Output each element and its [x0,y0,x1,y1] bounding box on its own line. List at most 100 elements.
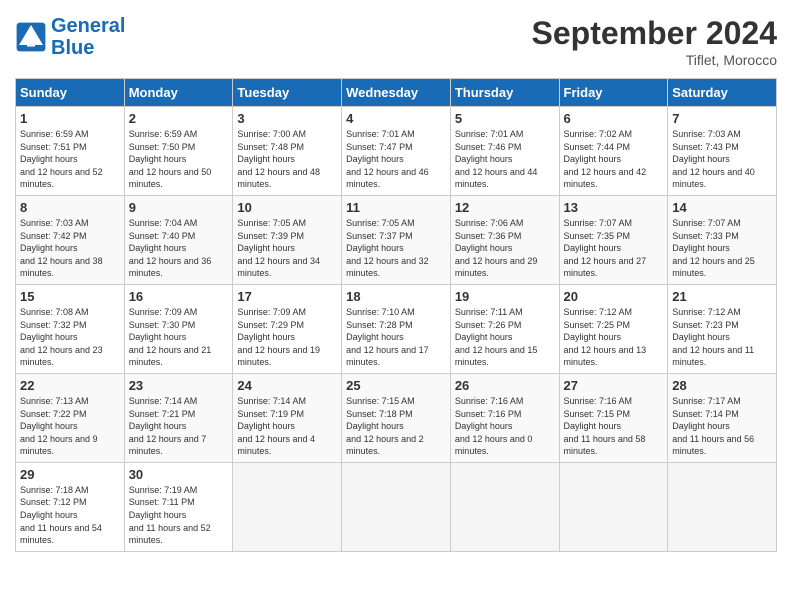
day-info: Sunrise: 7:04 AM Sunset: 7:40 PM Dayligh… [129,217,229,280]
calendar-week-row: 8 Sunrise: 7:03 AM Sunset: 7:42 PM Dayli… [16,195,777,284]
day-info: Sunrise: 7:12 AM Sunset: 7:23 PM Dayligh… [672,306,772,369]
calendar-cell [559,462,668,551]
calendar-cell: 5 Sunrise: 7:01 AM Sunset: 7:46 PM Dayli… [450,107,559,196]
day-info: Sunrise: 7:05 AM Sunset: 7:39 PM Dayligh… [237,217,337,280]
day-info: Sunrise: 7:09 AM Sunset: 7:29 PM Dayligh… [237,306,337,369]
calendar-cell: 11 Sunrise: 7:05 AM Sunset: 7:37 PM Dayl… [342,195,451,284]
day-info: Sunrise: 7:19 AM Sunset: 7:11 PM Dayligh… [129,484,229,547]
day-info: Sunrise: 7:05 AM Sunset: 7:37 PM Dayligh… [346,217,446,280]
calendar-cell: 21 Sunrise: 7:12 AM Sunset: 7:23 PM Dayl… [668,284,777,373]
day-info: Sunrise: 7:16 AM Sunset: 7:16 PM Dayligh… [455,395,555,458]
day-info: Sunrise: 7:12 AM Sunset: 7:25 PM Dayligh… [564,306,664,369]
title-section: September 2024 Tiflet, Morocco [532,15,777,68]
calendar-cell: 4 Sunrise: 7:01 AM Sunset: 7:47 PM Dayli… [342,107,451,196]
day-number: 20 [564,289,664,304]
day-info: Sunrise: 7:16 AM Sunset: 7:15 PM Dayligh… [564,395,664,458]
day-number: 4 [346,111,446,126]
calendar-cell: 12 Sunrise: 7:06 AM Sunset: 7:36 PM Dayl… [450,195,559,284]
calendar-cell: 30 Sunrise: 7:19 AM Sunset: 7:11 PM Dayl… [124,462,233,551]
weekday-header-row: SundayMondayTuesdayWednesdayThursdayFrid… [16,79,777,107]
day-info: Sunrise: 7:13 AM Sunset: 7:22 PM Dayligh… [20,395,120,458]
calendar-cell: 20 Sunrise: 7:12 AM Sunset: 7:25 PM Dayl… [559,284,668,373]
weekday-header: Wednesday [342,79,451,107]
calendar: SundayMondayTuesdayWednesdayThursdayFrid… [15,78,777,552]
day-number: 5 [455,111,555,126]
day-info: Sunrise: 7:18 AM Sunset: 7:12 PM Dayligh… [20,484,120,547]
day-number: 26 [455,378,555,393]
weekday-header: Saturday [668,79,777,107]
calendar-cell: 15 Sunrise: 7:08 AM Sunset: 7:32 PM Dayl… [16,284,125,373]
calendar-cell: 25 Sunrise: 7:15 AM Sunset: 7:18 PM Dayl… [342,373,451,462]
day-info: Sunrise: 7:06 AM Sunset: 7:36 PM Dayligh… [455,217,555,280]
day-info: Sunrise: 7:14 AM Sunset: 7:19 PM Dayligh… [237,395,337,458]
day-number: 30 [129,467,229,482]
day-info: Sunrise: 7:07 AM Sunset: 7:35 PM Dayligh… [564,217,664,280]
day-info: Sunrise: 7:09 AM Sunset: 7:30 PM Dayligh… [129,306,229,369]
day-info: Sunrise: 7:02 AM Sunset: 7:44 PM Dayligh… [564,128,664,191]
day-info: Sunrise: 7:08 AM Sunset: 7:32 PM Dayligh… [20,306,120,369]
calendar-cell: 7 Sunrise: 7:03 AM Sunset: 7:43 PM Dayli… [668,107,777,196]
page: General Blue September 2024 Tiflet, Moro… [0,0,792,612]
day-number: 2 [129,111,229,126]
weekday-header: Thursday [450,79,559,107]
calendar-cell: 17 Sunrise: 7:09 AM Sunset: 7:29 PM Dayl… [233,284,342,373]
day-info: Sunrise: 7:14 AM Sunset: 7:21 PM Dayligh… [129,395,229,458]
calendar-cell: 8 Sunrise: 7:03 AM Sunset: 7:42 PM Dayli… [16,195,125,284]
day-info: Sunrise: 7:00 AM Sunset: 7:48 PM Dayligh… [237,128,337,191]
weekday-header: Friday [559,79,668,107]
weekday-header: Tuesday [233,79,342,107]
day-number: 28 [672,378,772,393]
day-number: 1 [20,111,120,126]
day-info: Sunrise: 6:59 AM Sunset: 7:50 PM Dayligh… [129,128,229,191]
day-info: Sunrise: 7:01 AM Sunset: 7:46 PM Dayligh… [455,128,555,191]
day-info: Sunrise: 7:07 AM Sunset: 7:33 PM Dayligh… [672,217,772,280]
calendar-cell: 22 Sunrise: 7:13 AM Sunset: 7:22 PM Dayl… [16,373,125,462]
calendar-cell [342,462,451,551]
day-number: 7 [672,111,772,126]
calendar-cell: 16 Sunrise: 7:09 AM Sunset: 7:30 PM Dayl… [124,284,233,373]
day-number: 8 [20,200,120,215]
day-number: 24 [237,378,337,393]
day-number: 3 [237,111,337,126]
day-number: 16 [129,289,229,304]
calendar-cell: 13 Sunrise: 7:07 AM Sunset: 7:35 PM Dayl… [559,195,668,284]
month-title: September 2024 [532,15,777,52]
day-number: 10 [237,200,337,215]
calendar-cell: 18 Sunrise: 7:10 AM Sunset: 7:28 PM Dayl… [342,284,451,373]
calendar-week-row: 1 Sunrise: 6:59 AM Sunset: 7:51 PM Dayli… [16,107,777,196]
day-number: 11 [346,200,446,215]
logo-text: General Blue [51,15,125,59]
weekday-header: Monday [124,79,233,107]
calendar-week-row: 22 Sunrise: 7:13 AM Sunset: 7:22 PM Dayl… [16,373,777,462]
header: General Blue September 2024 Tiflet, Moro… [15,15,777,68]
logo-icon [15,21,47,53]
logo-blue: Blue [51,37,94,59]
location: Tiflet, Morocco [532,52,777,68]
day-info: Sunrise: 7:15 AM Sunset: 7:18 PM Dayligh… [346,395,446,458]
day-info: Sunrise: 7:01 AM Sunset: 7:47 PM Dayligh… [346,128,446,191]
calendar-week-row: 29 Sunrise: 7:18 AM Sunset: 7:12 PM Dayl… [16,462,777,551]
day-number: 19 [455,289,555,304]
day-number: 12 [455,200,555,215]
calendar-cell: 6 Sunrise: 7:02 AM Sunset: 7:44 PM Dayli… [559,107,668,196]
day-number: 21 [672,289,772,304]
day-number: 14 [672,200,772,215]
calendar-cell: 1 Sunrise: 6:59 AM Sunset: 7:51 PM Dayli… [16,107,125,196]
day-info: Sunrise: 7:03 AM Sunset: 7:43 PM Dayligh… [672,128,772,191]
day-info: Sunrise: 7:03 AM Sunset: 7:42 PM Dayligh… [20,217,120,280]
day-info: Sunrise: 7:11 AM Sunset: 7:26 PM Dayligh… [455,306,555,369]
calendar-cell [450,462,559,551]
day-number: 29 [20,467,120,482]
calendar-cell: 23 Sunrise: 7:14 AM Sunset: 7:21 PM Dayl… [124,373,233,462]
calendar-week-row: 15 Sunrise: 7:08 AM Sunset: 7:32 PM Dayl… [16,284,777,373]
day-number: 18 [346,289,446,304]
day-number: 15 [20,289,120,304]
day-number: 27 [564,378,664,393]
calendar-cell: 29 Sunrise: 7:18 AM Sunset: 7:12 PM Dayl… [16,462,125,551]
day-info: Sunrise: 7:10 AM Sunset: 7:28 PM Dayligh… [346,306,446,369]
day-number: 17 [237,289,337,304]
calendar-cell [668,462,777,551]
logo: General Blue [15,15,125,59]
day-number: 23 [129,378,229,393]
day-number: 25 [346,378,446,393]
